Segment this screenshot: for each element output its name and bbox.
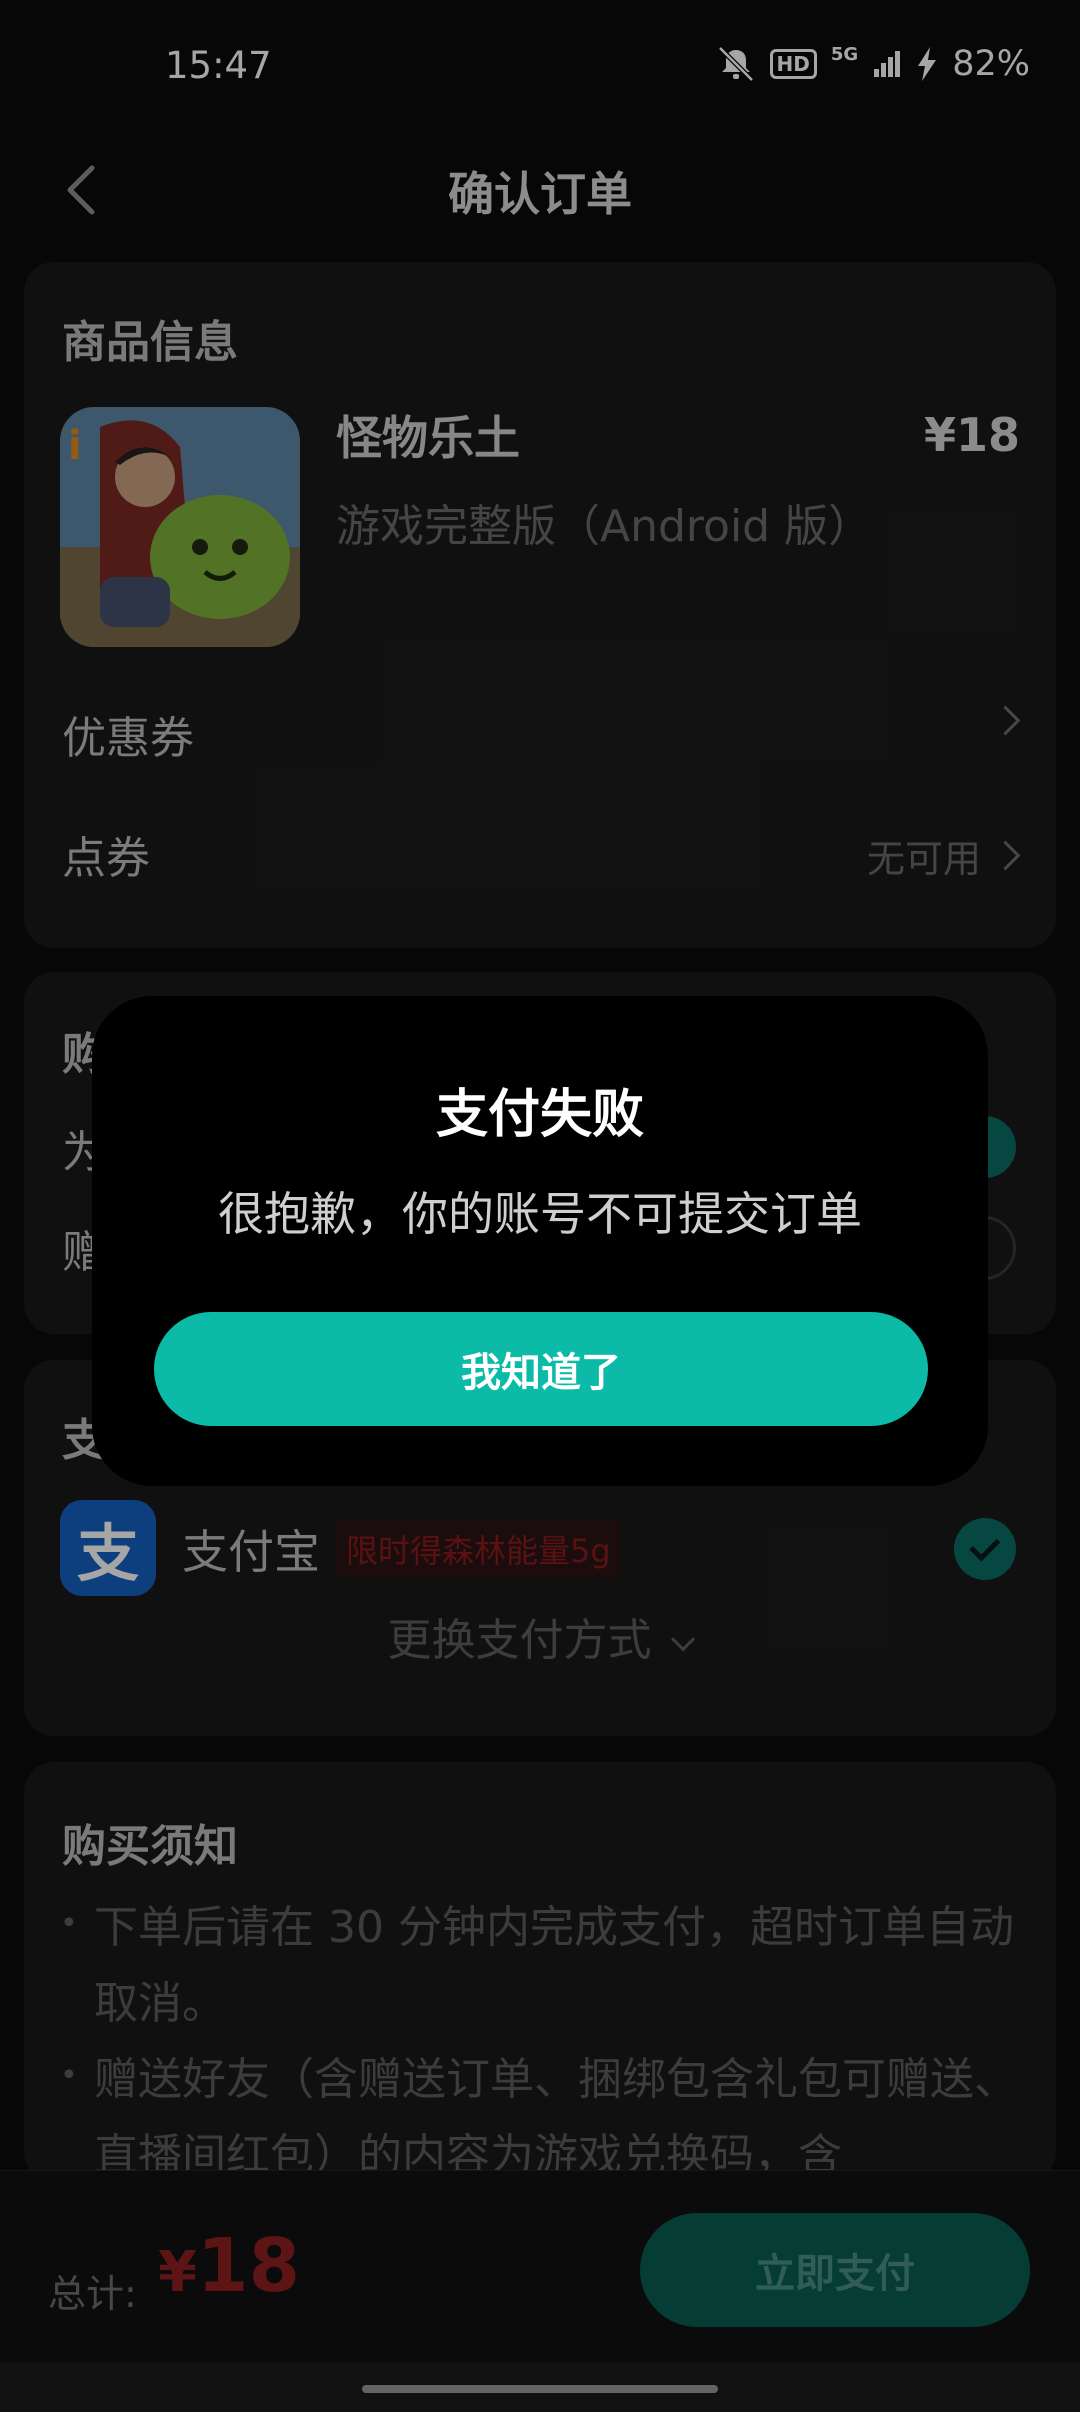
dialog-title: 支付失败: [435, 1085, 644, 1145]
dialog-message: 很抱歉，你的账号不可提交订单: [218, 1187, 862, 1241]
payment-failed-dialog: 支付失败 很抱歉，你的账号不可提交订单 我知道了: [92, 996, 988, 1486]
dialog-confirm-button[interactable]: 我知道了: [154, 1312, 928, 1426]
